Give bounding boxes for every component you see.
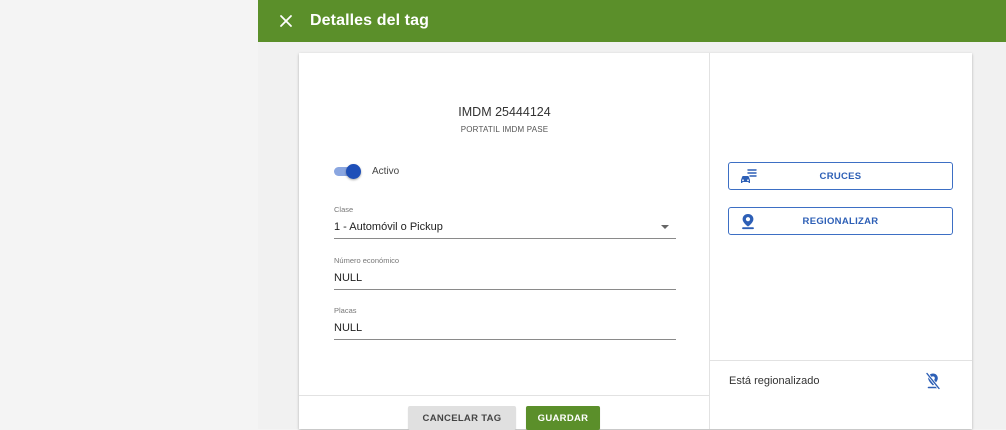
location-off-icon — [925, 372, 941, 390]
car-list-icon — [741, 169, 757, 183]
clase-value: 1 - Automóvil o Pickup — [334, 221, 443, 233]
cancel-tag-button[interactable]: CANCELAR TAG — [408, 406, 516, 430]
clase-label: Clase — [334, 205, 354, 214]
cruces-label: CRUCES — [819, 170, 862, 182]
clase-select[interactable]: Clase 1 - Automóvil o Pickup — [334, 205, 676, 239]
regionalized-status-row: Está regionalizado — [710, 360, 972, 404]
regionalizar-label: REGIONALIZAR — [802, 215, 879, 227]
close-icon — [280, 15, 292, 27]
toggle-thumb — [346, 164, 361, 179]
active-toggle[interactable] — [334, 164, 361, 179]
tag-form-panel: IMDM 25444124 PORTATIL IMDM PASE Activo … — [299, 53, 710, 430]
left-blank-area — [0, 0, 258, 429]
cruces-button[interactable]: CRUCES — [728, 162, 953, 190]
numero-economico-label: Número económico — [334, 256, 400, 265]
dialog-title: Detalles del tag — [310, 12, 429, 29]
tag-id: IMDM 25444124 — [458, 105, 551, 119]
numero-economico-field[interactable]: Número económico NULL — [334, 256, 676, 290]
tag-details-card: IMDM 25444124 PORTATIL IMDM PASE Activo … — [299, 53, 972, 430]
close-button[interactable] — [268, 0, 304, 42]
placas-field[interactable]: Placas NULL — [334, 306, 676, 340]
placas-label: Placas — [334, 306, 357, 315]
numero-economico-value: NULL — [334, 272, 363, 284]
active-toggle-label: Activo — [372, 165, 400, 177]
regionalized-status-text: Está regionalizado — [729, 375, 820, 387]
active-toggle-row: Activo — [334, 164, 400, 179]
form-footer: CANCELAR TAG GUARDAR — [299, 395, 710, 430]
dialog-header: Detalles del tag — [258, 0, 1006, 42]
main-area: Detalles del tag IMDM 25444124 PORTATIL … — [258, 0, 1006, 430]
dropdown-arrow-icon — [661, 225, 669, 229]
save-button[interactable]: GUARDAR — [526, 406, 600, 430]
actions-panel: CRUCES REGIONALIZAR Está regionalizado — [710, 53, 972, 429]
placas-value: NULL — [334, 322, 363, 334]
tag-description: PORTATIL IMDM PASE — [460, 125, 549, 134]
regionalizar-button[interactable]: REGIONALIZAR — [728, 207, 953, 235]
location-pin-icon — [742, 214, 754, 230]
